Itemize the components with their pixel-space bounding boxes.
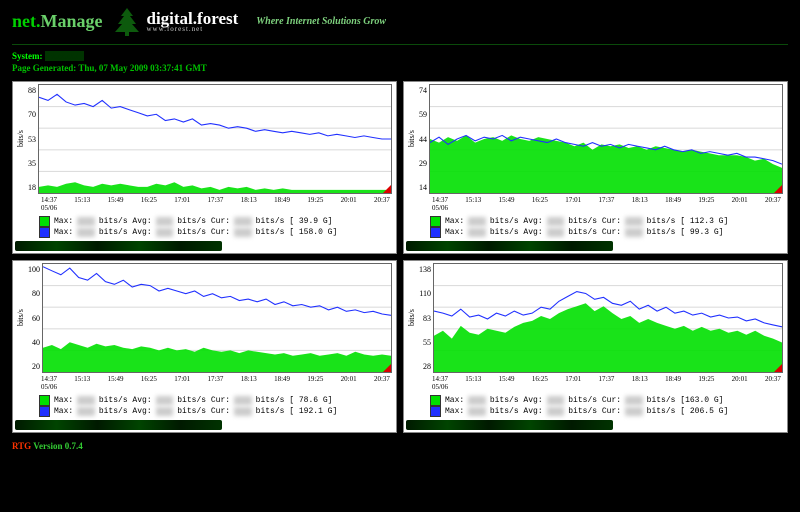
y-axis-ticks: 10080604020: [26, 263, 42, 373]
redacted-value: xx: [156, 217, 174, 226]
y-axis-ticks: 138110835528: [417, 263, 433, 373]
x-axis-ticks: 14:3715:1315:4916:2517:0117:3718:1318:49…: [406, 373, 783, 383]
legend-row: Max:xxbits/s Avg:xxbits/s Cur:xxbits/s […: [39, 395, 392, 406]
redacted-value: xx: [77, 228, 95, 237]
footer-rtg: RTG: [12, 441, 31, 451]
load-bar: [406, 241, 613, 251]
redacted-value: xx: [77, 407, 95, 416]
redacted-value: xx: [77, 396, 95, 405]
legend-swatch: [430, 227, 441, 238]
redacted-value: xx: [234, 396, 252, 405]
chart-2: RTG 0.7.4bits/s1008060402014:3715:1315:4…: [12, 260, 397, 433]
redacted-value: xx: [468, 396, 486, 405]
footer-version: Version 0.7.4: [33, 441, 82, 451]
legend-swatch: [430, 216, 441, 227]
x-axis-date: 05/06: [406, 383, 783, 393]
redacted-value: xx: [156, 407, 174, 416]
y-axis-label: bits/s: [406, 84, 417, 194]
redacted-value: xx: [625, 396, 643, 405]
header-rule: [12, 44, 788, 45]
y-axis-ticks: 8870533518: [26, 84, 38, 194]
chart-3: RTG 0.7.4bits/s13811083552814:3715:1315:…: [403, 260, 788, 433]
marker-icon: [382, 363, 392, 373]
legend-row: Max:xxbits/s Avg:xxbits/s Cur:xxbits/s […: [39, 216, 392, 227]
y-axis-label: bits/s: [15, 84, 26, 194]
plot-area: [429, 84, 783, 194]
legend-row: Max:xxbits/s Avg:xxbits/s Cur:xxbits/s […: [430, 395, 783, 406]
chart-1: RTG 0.7.4bits/s745944291414:3715:1315:49…: [403, 81, 788, 254]
plot-area: [433, 263, 783, 373]
chart-legend: Max:xxbits/s Avg:xxbits/s Cur:xxbits/s […: [15, 214, 392, 239]
legend-row: Max:xxbits/s Avg:xxbits/s Cur:xxbits/s […: [430, 216, 783, 227]
brand: net.Manage: [12, 12, 103, 30]
y-axis-label: bits/s: [406, 263, 417, 373]
forest-logo: digital.forest www.forest.net: [113, 6, 239, 36]
redacted-value: xx: [468, 217, 486, 226]
chart-0: RTG 0.7.4bits/s887053351814:3715:1315:49…: [12, 81, 397, 254]
redacted-value: xx: [77, 217, 95, 226]
x-axis-date: 05/06: [406, 204, 783, 214]
legend-swatch: [39, 406, 50, 417]
legend-swatch: [430, 395, 441, 406]
redacted-value: xx: [234, 407, 252, 416]
x-axis-date: 05/06: [15, 204, 392, 214]
header: net.Manage digital.forest www.forest.net…: [0, 0, 800, 40]
redacted-value: xx: [156, 396, 174, 405]
x-axis-ticks: 14:3715:1315:4916:2517:0117:3718:1318:49…: [15, 194, 392, 204]
redacted-value: xx: [547, 217, 565, 226]
marker-icon: [382, 184, 392, 194]
redacted-value: xx: [156, 228, 174, 237]
digital-forest-title: digital.forest: [147, 10, 239, 27]
redacted-value: xx: [234, 217, 252, 226]
redacted-value: xx: [468, 407, 486, 416]
legend-swatch: [430, 406, 441, 417]
x-axis-date: 05/06: [15, 383, 392, 393]
y-axis-ticks: 7459442914: [417, 84, 429, 194]
redacted-value: xx: [625, 228, 643, 237]
tree-icon: [113, 6, 141, 36]
footer: RTG Version 0.7.4: [0, 433, 800, 451]
redacted-value: xx: [234, 228, 252, 237]
redacted-value: xx: [625, 407, 643, 416]
x-axis-ticks: 14:3715:1315:4916:2517:0117:3718:1318:49…: [15, 373, 392, 383]
legend-row: Max:xxbits/s Avg:xxbits/s Cur:xxbits/s […: [430, 227, 783, 238]
legend-swatch: [39, 216, 50, 227]
page-generated: Page Generated: Thu, 07 May 2009 03:37:4…: [0, 63, 800, 81]
redacted-value: xx: [625, 217, 643, 226]
brand-left: net.: [12, 11, 41, 31]
chart-legend: Max:xxbits/s Avg:xxbits/s Cur:xxbits/s […: [15, 393, 392, 418]
system-value-redacted: xxxxxx: [45, 51, 84, 61]
charts-grid: RTG 0.7.4bits/s887053351814:3715:1315:49…: [0, 81, 800, 433]
plot-area: [42, 263, 392, 373]
marker-icon: [773, 363, 783, 373]
marker-icon: [773, 184, 783, 194]
legend-swatch: [39, 395, 50, 406]
system-row: System: xxxxxx: [0, 51, 800, 63]
legend-row: Max:xxbits/s Avg:xxbits/s Cur:xxbits/s […: [39, 227, 392, 238]
redacted-value: xx: [547, 228, 565, 237]
system-label: System:: [12, 51, 43, 61]
plot-area: [38, 84, 392, 194]
load-bar: [15, 241, 222, 251]
legend-swatch: [39, 227, 50, 238]
tagline: Where Internet Solutions Grow: [256, 16, 386, 27]
legend-row: Max:xxbits/s Avg:xxbits/s Cur:xxbits/s […: [430, 406, 783, 417]
redacted-value: xx: [468, 228, 486, 237]
x-axis-ticks: 14:3715:1315:4916:2517:0117:3718:1318:49…: [406, 194, 783, 204]
y-axis-label: bits/s: [15, 263, 26, 373]
chart-legend: Max:xxbits/s Avg:xxbits/s Cur:xxbits/s […: [406, 393, 783, 418]
load-bar: [15, 420, 222, 430]
load-bar: [406, 420, 613, 430]
chart-legend: Max:xxbits/s Avg:xxbits/s Cur:xxbits/s […: [406, 214, 783, 239]
redacted-value: xx: [547, 396, 565, 405]
brand-right: Manage: [41, 11, 103, 31]
legend-row: Max:xxbits/s Avg:xxbits/s Cur:xxbits/s […: [39, 406, 392, 417]
redacted-value: xx: [547, 407, 565, 416]
